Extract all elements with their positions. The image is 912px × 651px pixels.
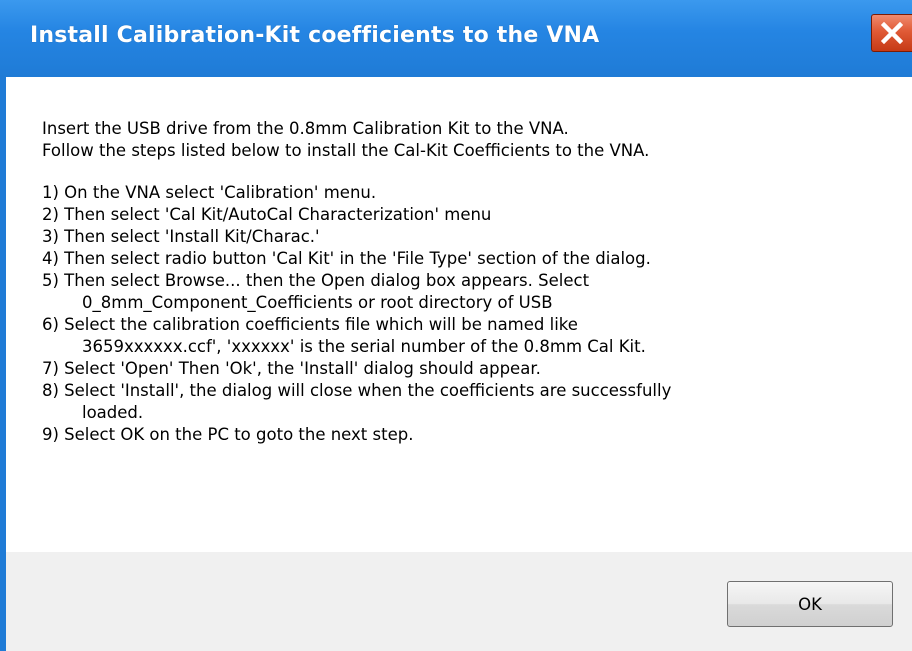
- close-button[interactable]: [871, 14, 912, 52]
- step-7: 7) Select 'Open' Then 'Ok', the 'Install…: [42, 359, 541, 378]
- step-5: 5) Then select Browse... then the Open d…: [42, 271, 590, 290]
- step-1: 1) On the VNA select 'Calibration' menu.: [42, 183, 377, 202]
- step-9: 9) Select OK on the PC to goto the next …: [42, 425, 414, 444]
- ok-button[interactable]: OK: [727, 581, 893, 627]
- step-8-continued: loaded.: [82, 403, 144, 422]
- title-bar[interactable]: Install Calibration-Kit coefficients to …: [0, 0, 912, 77]
- intro-line: Insert the USB drive from the 0.8mm Cali…: [42, 119, 569, 138]
- window-title: Install Calibration-Kit coefficients to …: [30, 23, 600, 48]
- step-4: 4) Then select radio button 'Cal Kit' in…: [42, 249, 651, 268]
- instructions-text: Insert the USB drive from the 0.8mm Cali…: [42, 118, 902, 446]
- close-icon: [881, 22, 903, 44]
- dialog-window: Install Calibration-Kit coefficients to …: [0, 0, 912, 651]
- step-6-continued: 3659xxxxxx.ccf', 'xxxxxx' is the serial …: [82, 337, 646, 356]
- step-2: 2) Then select 'Cal Kit/AutoCal Characte…: [42, 205, 492, 224]
- step-3: 3) Then select 'Install Kit/Charac.': [42, 227, 320, 246]
- intro-line: Follow the steps listed below to install…: [42, 141, 650, 160]
- step-8: 8) Select 'Install', the dialog will clo…: [42, 381, 672, 400]
- step-6: 6) Select the calibration coefficients f…: [42, 315, 578, 334]
- step-5-continued: 0_8mm_Component_Coefficients or root dir…: [82, 293, 553, 312]
